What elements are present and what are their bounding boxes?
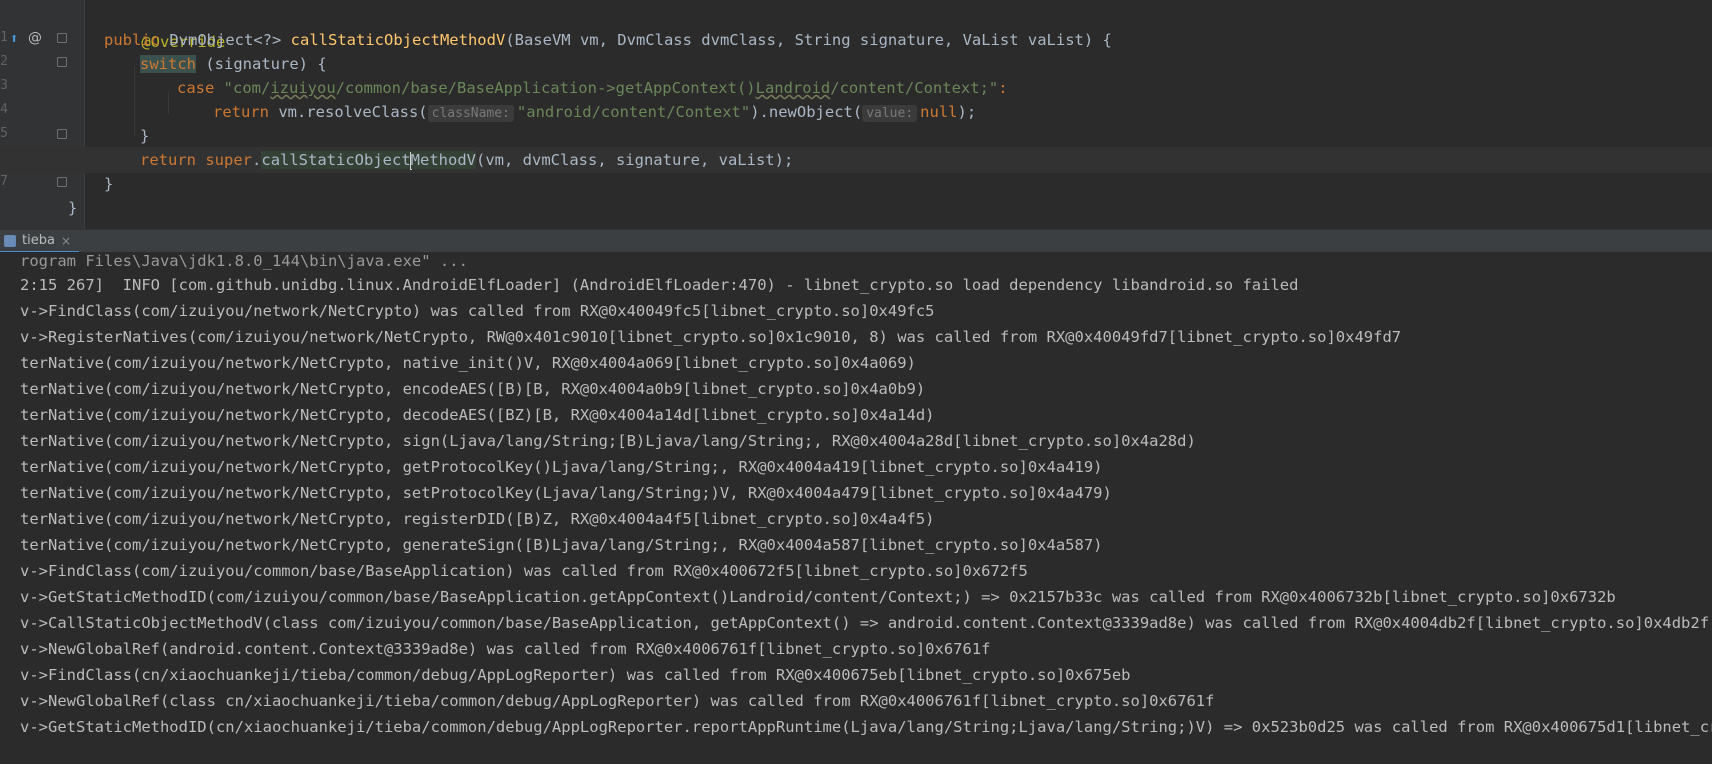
close-icon[interactable]: ×: [61, 234, 71, 248]
code-line: return vm.resolveClass(className: "androi…: [213, 99, 976, 125]
console-line: v->NewGlobalRef(android.content.Context@…: [20, 640, 991, 658]
code-text: }: [140, 127, 150, 145]
run-tool-window-header: tieba ×: [0, 229, 1712, 254]
code-text: .: [252, 151, 262, 169]
code-text: vm.resolveClass(: [269, 103, 428, 121]
fold-marker-icon[interactable]: [57, 33, 67, 43]
console-line: v->FindClass(com/izuiyou/common/base/Bas…: [20, 562, 1028, 580]
run-console-output[interactable]: rogram Files\Java\jdk1.8.0_144\bin\java.…: [0, 252, 1712, 764]
code-text: (signature) {: [196, 55, 327, 73]
keyword: public: [104, 31, 160, 49]
tab-tieba[interactable]: tieba ×: [0, 230, 79, 253]
console-line: terNative(com/izuiyou/network/NetCrypto,…: [20, 432, 1196, 450]
console-line: v->RegisterNatives(com/izuiyou/network/N…: [20, 328, 1402, 346]
method-params: (BaseVM vm, DvmClass dvmClass, String si…: [505, 31, 1112, 49]
code-editor[interactable]: 1 2 3 4 5 6 7 ⬆ @ @Override public DvmOb…: [0, 0, 1712, 229]
string-literal: "android/content/Context": [516, 103, 751, 121]
code-line: @Override: [104, 3, 225, 51]
console-line: terNative(com/izuiyou/network/NetCrypto,…: [20, 458, 1103, 476]
console-line: v->GetStaticMethodID(cn/xiaochuankeji/ti…: [20, 718, 1712, 736]
console-line: terNative(com/izuiyou/network/NetCrypto,…: [20, 380, 926, 398]
string-literal: /common/base/BaseApplication->getAppCont…: [335, 79, 756, 97]
fold-marker-icon[interactable]: [57, 177, 67, 187]
fold-marker-icon[interactable]: [57, 57, 67, 67]
code-text: :: [998, 79, 1008, 97]
string-literal: Landroid: [755, 79, 831, 97]
console-line: terNative(com/izuiyou/network/NetCrypto,…: [20, 536, 1103, 554]
return-type: DvmObject<?>: [169, 31, 282, 49]
line-number: 3: [0, 78, 8, 93]
keyword: switch: [140, 55, 196, 73]
indent-guide: [168, 92, 169, 114]
console-line: v->FindClass(com/izuiyou/network/NetCryp…: [20, 302, 935, 320]
console-line: terNative(com/izuiyou/network/NetCrypto,…: [20, 484, 1112, 502]
string-literal: "com/: [223, 79, 271, 97]
line-number: 4: [0, 102, 8, 117]
method-name: callStaticObjectMethodV: [290, 31, 506, 49]
indent-guide: [134, 66, 135, 136]
tab-label: tieba: [22, 233, 55, 248]
code-line: public DvmObject<?> callStaticObjectMeth…: [104, 27, 1112, 53]
code-line: switch (signature) {: [140, 51, 327, 77]
line-number: 1: [0, 30, 8, 45]
code-text: ).newObject(: [750, 103, 863, 121]
keyword: return: [140, 151, 196, 169]
console-line: terNative(com/izuiyou/network/NetCrypto,…: [20, 354, 916, 372]
code-line: }: [68, 195, 77, 221]
current-code-line: return super.callStaticObjectMethodV(vm,…: [0, 147, 1712, 173]
line-number: 7: [0, 174, 8, 189]
console-line: v->FindClass(cn/xiaochuankeji/tieba/comm…: [20, 666, 1131, 684]
code-text: );: [957, 103, 977, 121]
method-call: callStaticObject: [261, 151, 411, 169]
run-config-icon: [4, 234, 16, 247]
code-line: }: [140, 123, 149, 149]
code-line: case "com/izuiyou/common/base/BaseApplic…: [177, 75, 1008, 101]
console-line: v->NewGlobalRef(class cn/xiaochuankeji/t…: [20, 692, 1215, 710]
fold-marker-icon[interactable]: [57, 129, 67, 139]
override-up-icon[interactable]: ⬆: [10, 30, 18, 48]
console-line: rogram Files\Java\jdk1.8.0_144\bin\java.…: [20, 252, 468, 270]
string-literal: /content/Context;": [830, 79, 999, 97]
line-number: 2: [0, 54, 8, 69]
code-text: }: [104, 175, 114, 193]
console-line: 2:15 267] INFO [com.github.unidbg.linux.…: [20, 276, 1299, 294]
code-text: }: [68, 199, 78, 217]
code-line: }: [104, 171, 113, 197]
line-number: 5: [0, 126, 8, 141]
string-literal: izuiyou: [270, 79, 336, 97]
console-line: v->GetStaticMethodID(com/izuiyou/common/…: [20, 588, 1616, 606]
at-icon[interactable]: @: [28, 29, 42, 47]
method-call: MethodV: [410, 151, 476, 169]
console-line: v->CallStaticObjectMethodV(class com/izu…: [20, 614, 1710, 632]
keyword: super: [205, 151, 253, 169]
console-line: terNative(com/izuiyou/network/NetCrypto,…: [20, 406, 935, 424]
parameter-hint: value:: [862, 105, 918, 122]
parameter-hint: className:: [427, 105, 514, 122]
keyword: case: [177, 79, 215, 97]
keyword: return: [213, 103, 269, 121]
code-text: (vm, dvmClass, signature, vaList);: [476, 151, 794, 169]
keyword: null: [920, 103, 958, 121]
console-line: terNative(com/izuiyou/network/NetCrypto,…: [20, 510, 935, 528]
